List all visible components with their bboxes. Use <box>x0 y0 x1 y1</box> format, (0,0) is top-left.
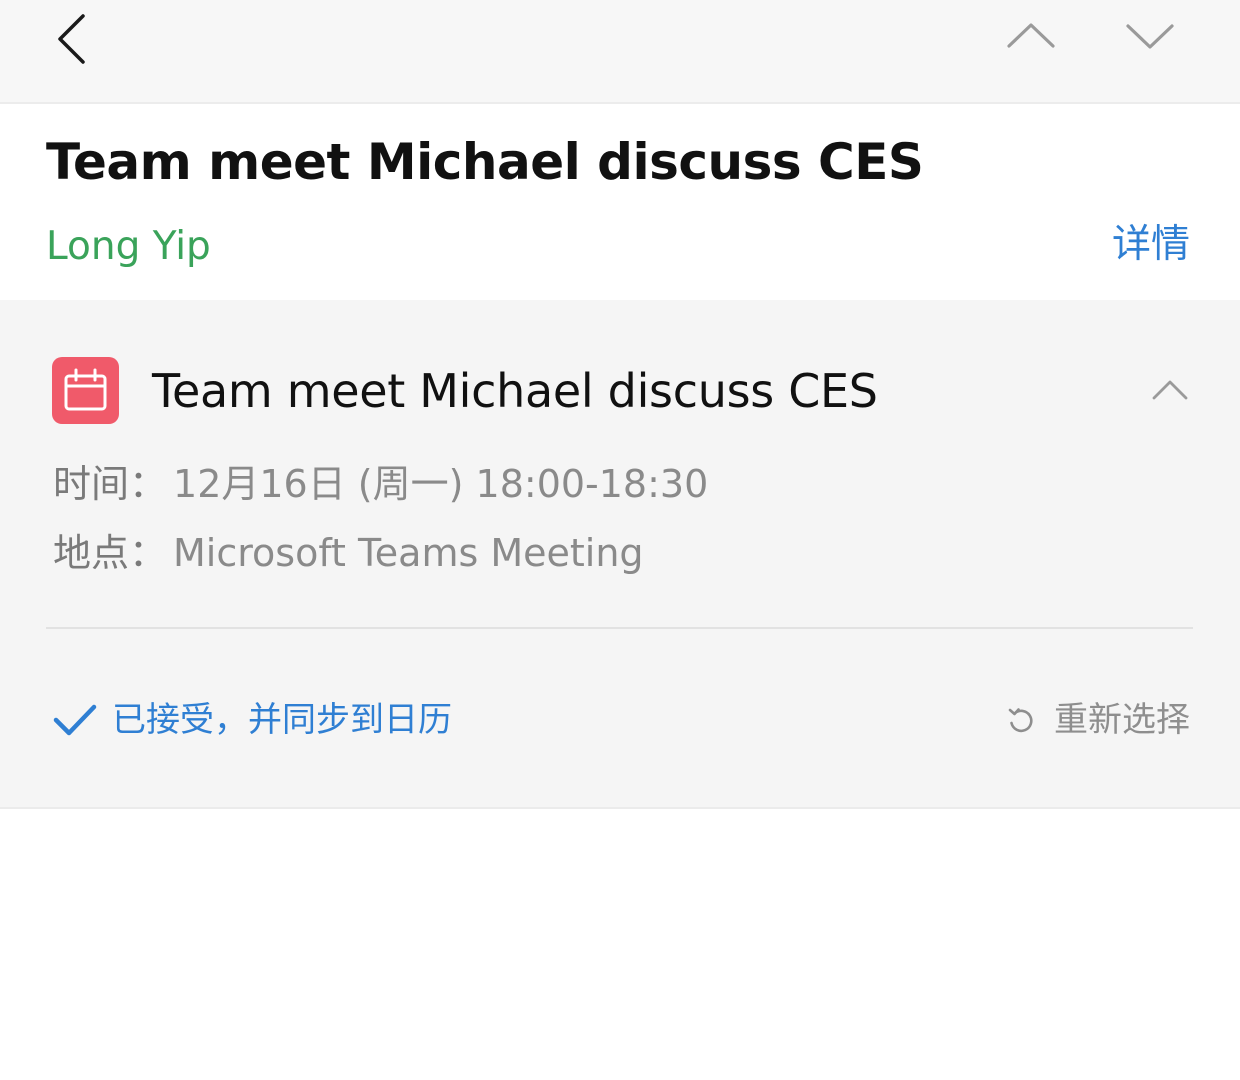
top-nav-bar <box>0 0 1240 104</box>
next-message-button[interactable] <box>1122 16 1178 56</box>
email-detail-page: Team meet Michael discuss CES Long Yip 详… <box>0 0 1240 1080</box>
chevron-up-icon <box>1007 23 1055 48</box>
calendar-icon <box>52 357 119 424</box>
meeting-title: Team meet Michael discuss CES <box>152 364 878 418</box>
collapse-button[interactable] <box>1150 374 1190 404</box>
message-header: Team meet Michael discuss CES Long Yip 详… <box>0 104 1240 300</box>
meeting-time-row: 时间： 12月16日 (周一) 18:00-18:30 <box>53 460 708 508</box>
meeting-invite-card: Team meet Michael discuss CES 时间： 12月16日 … <box>0 300 1240 809</box>
time-label: 时间： <box>53 462 168 506</box>
chevron-left-icon <box>58 14 85 64</box>
accepted-status-text: 已接受，并同步到日历 <box>112 700 452 740</box>
previous-message-button[interactable] <box>1003 16 1059 56</box>
location-label: 地点： <box>53 531 168 575</box>
reselect-button[interactable]: 重新选择 <box>1006 696 1190 744</box>
location-value: Microsoft Teams Meeting <box>173 531 644 575</box>
reselect-label: 重新选择 <box>1054 700 1190 740</box>
chevron-down-icon <box>1126 24 1174 49</box>
details-link[interactable]: 详情 <box>1112 220 1190 270</box>
back-button[interactable] <box>52 12 96 68</box>
time-value: 12月16日 (周一) 18:00-18:30 <box>173 462 709 506</box>
sender-name[interactable]: Long Yip <box>46 222 211 272</box>
refresh-icon <box>1008 708 1033 733</box>
meeting-location-row: 地点： Microsoft Teams Meeting <box>53 529 644 577</box>
accepted-status: 已接受，并同步到日历 <box>52 696 452 744</box>
message-subject: Team meet Michael discuss CES <box>46 133 924 191</box>
checkmark-icon <box>53 704 97 736</box>
card-divider <box>46 627 1193 629</box>
chevron-up-icon <box>1152 380 1188 400</box>
